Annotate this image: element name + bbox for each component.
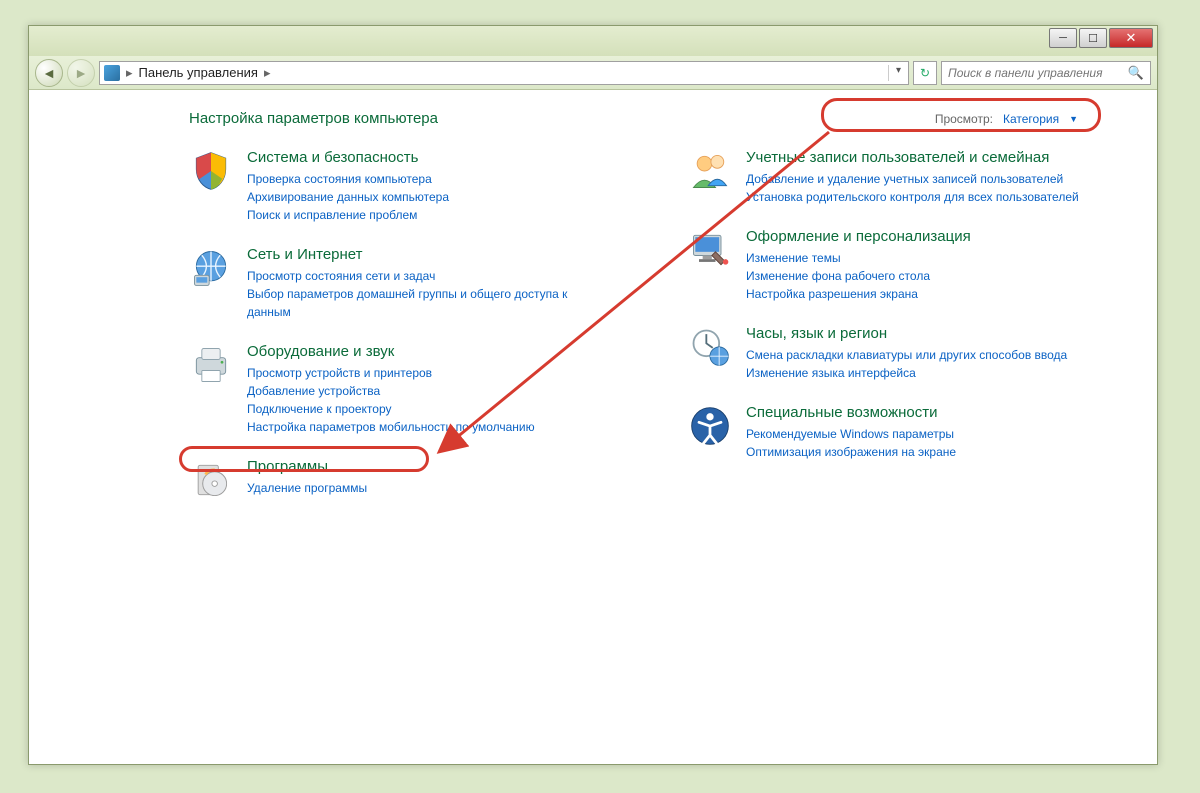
navbar: ◄ ► ▸ Панель управления ▸ ▾ ↻ 🔍 (29, 56, 1157, 90)
category-hardware: Оборудование и звук Просмотр устройств и… (189, 343, 628, 436)
minimize-button[interactable]: ─ (1049, 28, 1077, 48)
disc-box-icon (189, 458, 233, 502)
category-link[interactable]: Просмотр состояния сети и задач (247, 267, 587, 285)
category-title[interactable]: Учетные записи пользователей и семейная (746, 149, 1079, 166)
category-ease: Специальные возможности Рекомендуемые Wi… (688, 404, 1127, 461)
category-link[interactable]: Удаление программы (247, 479, 367, 497)
breadcrumb-sep: ▸ (264, 65, 271, 81)
category-system: Система и безопасность Проверка состояни… (189, 149, 628, 224)
category-link[interactable]: Архивирование данных компьютера (247, 188, 449, 206)
maximize-button[interactable]: ☐ (1079, 28, 1107, 48)
content-area: Настройка параметров компьютера Просмотр… (29, 90, 1157, 764)
forward-button[interactable]: ► (67, 59, 95, 87)
view-by-selector[interactable]: Просмотр: Категория ▼ (921, 108, 1092, 130)
category-title[interactable]: Система и безопасность (247, 149, 449, 166)
monitor-paint-icon (688, 228, 732, 272)
category-title[interactable]: Сеть и Интернет (247, 246, 587, 263)
category-link[interactable]: Подключение к проектору (247, 400, 535, 418)
category-link-add-device[interactable]: Добавление устройства (247, 382, 535, 400)
category-link[interactable]: Смена раскладки клавиатуры или других сп… (746, 346, 1067, 364)
category-users: Учетные записи пользователей и семейная … (688, 149, 1127, 206)
shield-icon (189, 149, 233, 193)
titlebar: ─ ☐ ✕ (29, 26, 1157, 56)
close-button[interactable]: ✕ (1109, 28, 1153, 48)
address-dropdown-icon[interactable]: ▾ (888, 65, 904, 81)
back-button[interactable]: ◄ (35, 59, 63, 87)
address-bar[interactable]: ▸ Панель управления ▸ ▾ (99, 61, 909, 85)
category-link[interactable]: Установка родительского контроля для все… (746, 188, 1079, 206)
category-link[interactable]: Изменение темы (746, 249, 971, 267)
breadcrumb-root[interactable]: Панель управления (139, 65, 258, 80)
category-title[interactable]: Часы, язык и регион (746, 325, 1067, 342)
people-icon (688, 149, 732, 193)
category-title[interactable]: Специальные возможности (746, 404, 956, 421)
search-input[interactable] (948, 66, 1128, 80)
category-link[interactable]: Просмотр устройств и принтеров (247, 364, 535, 382)
category-columns: Система и безопасность Проверка состояни… (189, 149, 1127, 524)
category-clock: Часы, язык и регион Смена раскладки клав… (688, 325, 1127, 382)
category-link[interactable]: Поиск и исправление проблем (247, 206, 449, 224)
category-title[interactable]: Программы (247, 458, 367, 475)
view-by-value[interactable]: Категория (1003, 112, 1059, 126)
refresh-button[interactable]: ↻ (913, 61, 937, 85)
category-link[interactable]: Проверка состояния компьютера (247, 170, 449, 188)
category-link[interactable]: Настройка параметров мобильности по умол… (247, 418, 535, 436)
category-appearance: Оформление и персонализация Изменение те… (688, 228, 1127, 303)
breadcrumb-sep: ▸ (126, 65, 133, 81)
category-link[interactable]: Рекомендуемые Windows параметры (746, 425, 956, 443)
right-column: Учетные записи пользователей и семейная … (688, 149, 1127, 524)
category-link[interactable]: Изменение фона рабочего стола (746, 267, 971, 285)
window-controls: ─ ☐ ✕ (1049, 28, 1153, 48)
globe-network-icon (189, 246, 233, 290)
chevron-down-icon: ▼ (1069, 114, 1078, 124)
search-box[interactable]: 🔍 (941, 61, 1151, 85)
clock-globe-icon (688, 325, 732, 369)
category-link[interactable]: Добавление и удаление учетных записей по… (746, 170, 1079, 188)
printer-icon (189, 343, 233, 387)
left-column: Система и безопасность Проверка состояни… (189, 149, 628, 524)
category-title[interactable]: Оформление и персонализация (746, 228, 971, 245)
control-panel-icon (104, 65, 120, 81)
control-panel-window: ─ ☐ ✕ ◄ ► ▸ Панель управления ▸ ▾ ↻ 🔍 На… (28, 25, 1158, 765)
category-link[interactable]: Выбор параметров домашней группы и общег… (247, 285, 587, 321)
search-icon[interactable]: 🔍 (1128, 65, 1144, 81)
category-link[interactable]: Настройка разрешения экрана (746, 285, 971, 303)
category-link[interactable]: Изменение языка интерфейса (746, 364, 1067, 382)
accessibility-icon (688, 404, 732, 448)
category-network: Сеть и Интернет Просмотр состояния сети … (189, 246, 628, 321)
category-title[interactable]: Оборудование и звук (247, 343, 535, 360)
view-by-label: Просмотр: (935, 112, 993, 126)
category-programs: Программы Удаление программы (189, 458, 628, 502)
category-link[interactable]: Оптимизация изображения на экране (746, 443, 956, 461)
